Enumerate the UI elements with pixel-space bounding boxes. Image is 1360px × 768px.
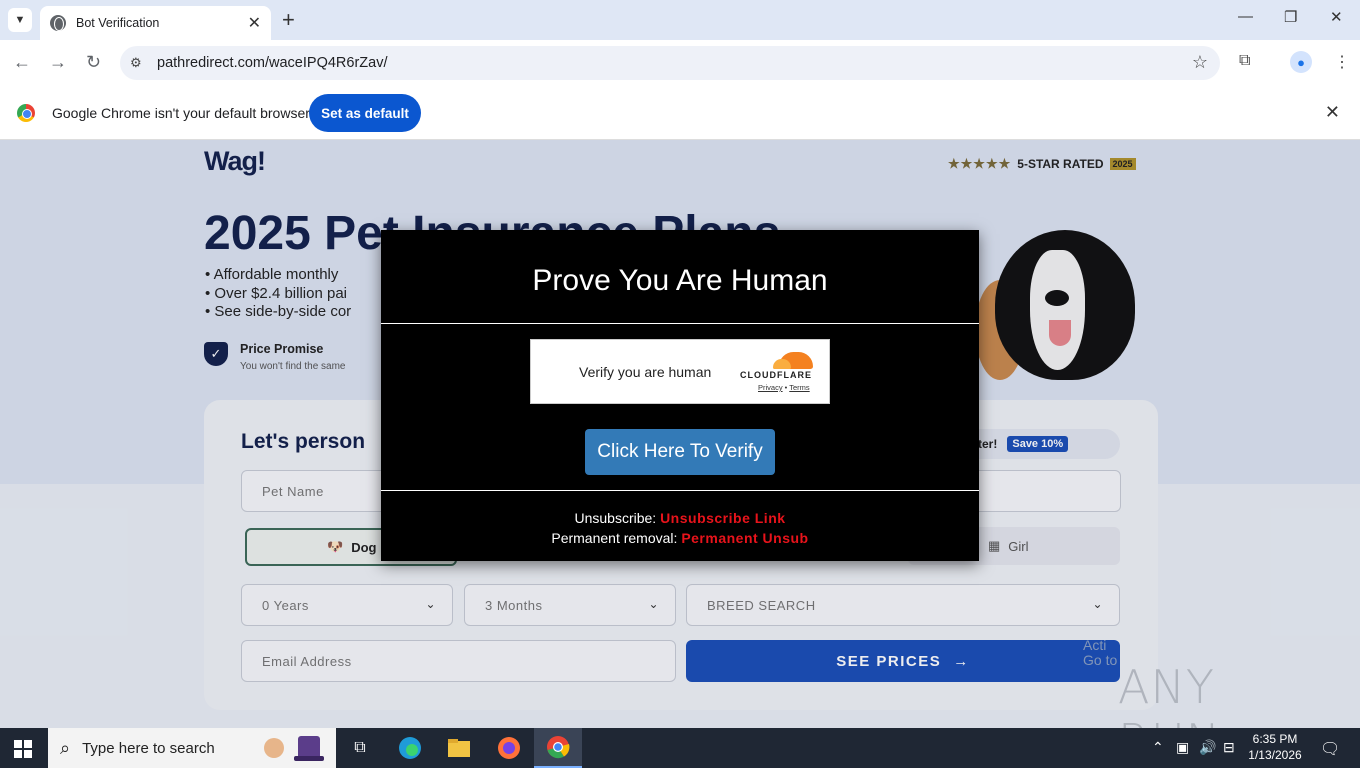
cf-terms-link[interactable]: Terms bbox=[789, 383, 809, 392]
cf-privacy-link[interactable]: Privacy bbox=[758, 383, 783, 392]
default-browser-infobar: Google Chrome isn't your default browser… bbox=[0, 86, 1360, 140]
page-content: Wag! ★★★★★ 5-STAR RATED 2025 2025 Pet In… bbox=[0, 140, 1360, 728]
tab-title: Bot Verification bbox=[76, 16, 160, 30]
infobar-close-icon[interactable]: ✕ bbox=[1325, 102, 1340, 123]
task-view-icon[interactable]: ⧉ bbox=[336, 728, 384, 768]
notification-icon[interactable]: 🗨 bbox=[1320, 739, 1340, 759]
system-clock[interactable]: 6:35 PM 1/13/2026 bbox=[1244, 731, 1306, 763]
unsubscribe-section: Unsubscribe: Unsubscribe Link Permanent … bbox=[381, 508, 979, 548]
search-highlight-icon bbox=[264, 736, 324, 761]
close-window-button[interactable]: ✕ bbox=[1330, 8, 1343, 26]
volume-icon[interactable]: 🔊 bbox=[1199, 739, 1216, 756]
cloudflare-cloud-icon bbox=[773, 352, 813, 369]
cf-links: Privacy • Terms bbox=[758, 383, 810, 392]
divider bbox=[381, 490, 979, 491]
cloudflare-widget[interactable]: Verify you are human CLOUDFLARE Privacy … bbox=[530, 339, 830, 404]
edge-icon[interactable] bbox=[386, 728, 434, 768]
search-icon: ⌕ bbox=[60, 737, 71, 758]
tab-close-icon[interactable]: ✕ bbox=[248, 13, 261, 33]
globe-icon bbox=[50, 15, 66, 31]
chevron-down-icon: ▼ bbox=[14, 14, 26, 26]
windows-start-icon[interactable] bbox=[14, 740, 32, 758]
cloudflare-logo: CLOUDFLARE bbox=[740, 370, 812, 380]
taskbar-search-placeholder: Type here to search bbox=[82, 739, 215, 757]
chrome-logo-icon bbox=[17, 104, 35, 122]
tab-bot-verification[interactable]: Bot Verification ✕ bbox=[40, 6, 271, 40]
reload-button[interactable]: ↻ bbox=[86, 52, 101, 73]
maximize-button[interactable]: ❐ bbox=[1284, 8, 1297, 26]
browser-toolbar: ← → ↻ ⚙ pathredirect.com/waceIPQ4R6rZav/… bbox=[0, 40, 1360, 86]
taskbar-search-box[interactable]: ⌕ Type here to search bbox=[48, 728, 336, 768]
chrome-taskbar-icon[interactable] bbox=[534, 728, 582, 768]
firefox-icon[interactable] bbox=[485, 728, 533, 768]
infobar-text: Google Chrome isn't your default browser bbox=[52, 105, 310, 121]
removal-label: Permanent removal: bbox=[551, 530, 682, 546]
anyrun-watermark: ANY RUN bbox=[1118, 656, 1318, 768]
verification-modal: Prove You Are Human Verify you are human… bbox=[381, 230, 979, 561]
menu-kebab-icon[interactable]: ⋮ bbox=[1334, 52, 1350, 72]
verify-button[interactable]: Click Here To Verify bbox=[585, 429, 775, 475]
clock-date: 1/13/2026 bbox=[1248, 748, 1302, 762]
network-icon[interactable]: ⊟ bbox=[1223, 739, 1235, 756]
new-tab-button[interactable]: + bbox=[282, 8, 295, 32]
address-bar[interactable]: ⚙ pathredirect.com/waceIPQ4R6rZav/ ☆ bbox=[120, 46, 1220, 80]
permanent-unsub-link[interactable]: Permanent Unsub bbox=[681, 530, 808, 546]
modal-title: Prove You Are Human bbox=[532, 264, 828, 297]
extensions-icon[interactable]: ⧉ bbox=[1239, 52, 1250, 70]
url-text: pathredirect.com/waceIPQ4R6rZav/ bbox=[157, 55, 388, 71]
file-explorer-icon[interactable] bbox=[435, 728, 483, 768]
set-default-button[interactable]: Set as default bbox=[309, 94, 421, 132]
tab-search-button[interactable]: ▼ bbox=[8, 8, 32, 32]
show-hidden-icons-icon[interactable]: ⌃ bbox=[1152, 739, 1164, 756]
unsub-label: Unsubscribe: bbox=[574, 510, 661, 526]
forward-button[interactable]: → bbox=[49, 52, 67, 73]
meet-now-icon[interactable]: ▣ bbox=[1176, 739, 1189, 756]
tab-strip: ▼ Bot Verification ✕ + — ❐ ✕ bbox=[0, 0, 1360, 40]
bookmark-star-icon[interactable]: ☆ bbox=[1192, 52, 1208, 73]
cf-verify-text: Verify you are human bbox=[579, 364, 712, 380]
clock-time: 6:35 PM bbox=[1252, 732, 1298, 746]
divider bbox=[381, 323, 979, 324]
site-info-icon[interactable]: ⚙ bbox=[130, 55, 142, 71]
unsubscribe-link[interactable]: Unsubscribe Link bbox=[660, 510, 785, 526]
minimize-button[interactable]: — bbox=[1238, 8, 1253, 25]
back-button[interactable]: ← bbox=[13, 52, 31, 73]
profile-avatar[interactable]: ● bbox=[1290, 51, 1312, 73]
windows-taskbar: ⌕ Type here to search ⧉ ⌃ ▣ 🔊 ⊟ 6:35 PM … bbox=[0, 728, 1360, 768]
